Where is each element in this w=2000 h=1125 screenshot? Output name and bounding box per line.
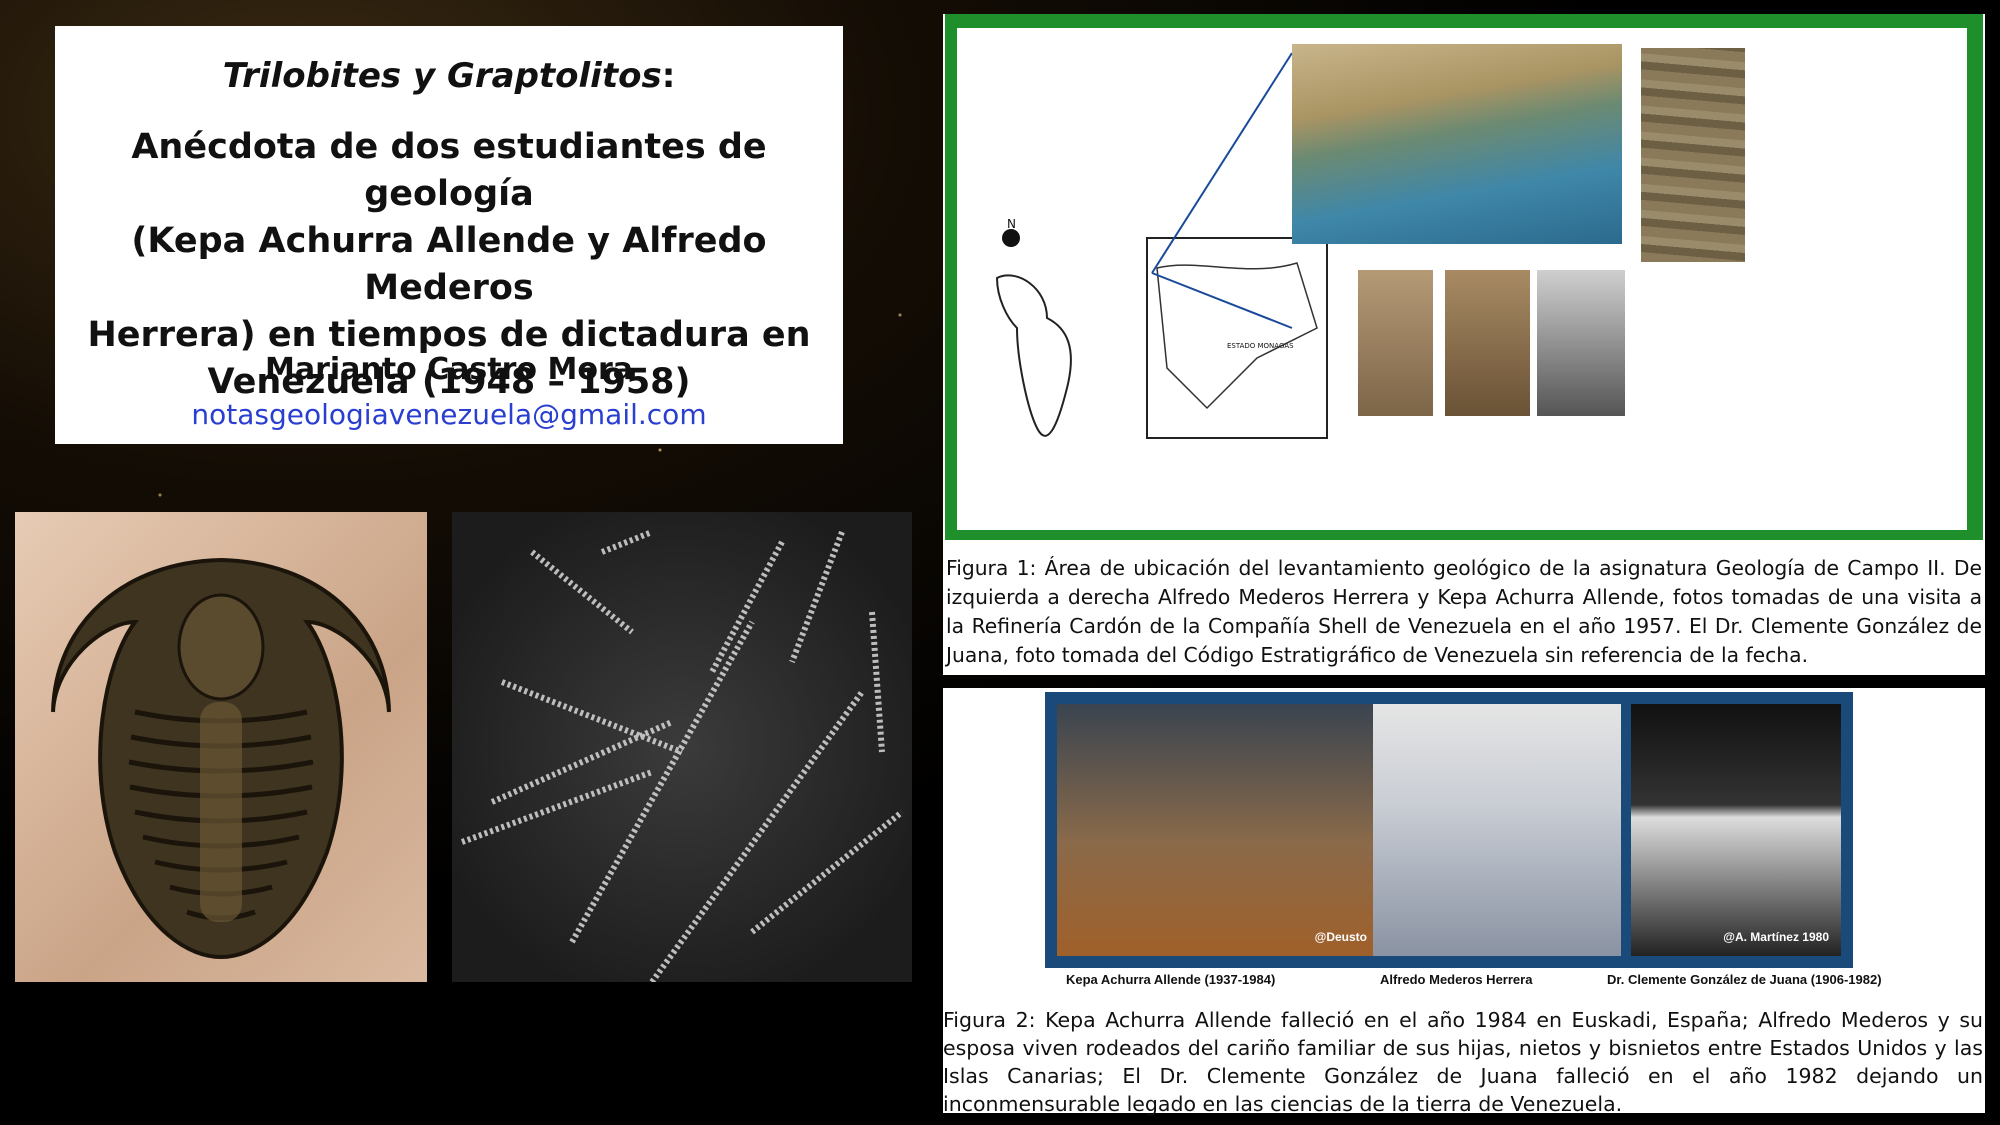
italic-title-text: Trilobites y Graptolitos [222, 56, 662, 96]
figure2-photo-strip: @Deusto @A. Martínez 1980 [1045, 692, 1853, 968]
aerial-resort-photo [1292, 44, 1622, 244]
trilobite-illustration [51, 557, 391, 960]
title-card: Trilobites y Graptolitos: Anécdota de do… [55, 26, 843, 444]
photo-gonzalez: @A. Martínez 1980 [1631, 704, 1841, 956]
title-colon: : [661, 56, 676, 96]
photo-achurra: @Deusto [1057, 704, 1373, 956]
south-america-outline [995, 274, 1072, 437]
label-gonzalez: Dr. Clemente González de Juana (1906-198… [1607, 972, 1882, 987]
rock-outcrop-photo [1641, 48, 1745, 262]
italic-title: Trilobites y Graptolitos: [55, 56, 843, 96]
north-arrow-label: N [1007, 217, 1016, 231]
figure1-collage: N ESTADO MONAGAS [957, 28, 1967, 530]
photo-credit: @A. Martínez 1980 [1723, 930, 1829, 944]
figure2-caption: Figura 2: Kepa Achurra Allende falleció … [943, 1008, 1983, 1116]
figure1-caption: Figura 1: Área de ubicación del levantam… [946, 556, 1982, 667]
main-title-line: Anécdota de dos estudiantes de geología [131, 127, 767, 214]
figure1-panel: N ESTADO MONAGAS [943, 14, 1985, 542]
figure2-panel: @Deusto @A. Martínez 1980 Kepa Achurra A… [943, 688, 1985, 1116]
portrait-mederos-photo [1358, 270, 1433, 416]
photo-mederos [1373, 704, 1621, 956]
email-link[interactable]: notasgeologiavenezuela@gmail.com [55, 398, 843, 431]
figure1-caption-box: Figura 1: Área de ubicación del levantam… [943, 542, 1985, 675]
figure1-image: N ESTADO MONAGAS [945, 14, 1983, 540]
portrait-gonzalez-photo [1537, 270, 1625, 416]
graptolite-photo [452, 512, 912, 982]
portrait-achurra-photo [1445, 270, 1530, 416]
photo-credit: @Deusto [1314, 930, 1367, 944]
trilobite-photo [15, 512, 427, 982]
main-title-line: (Kepa Achurra Allende y Alfredo Mederos [131, 221, 767, 308]
graptolite-illustration [460, 529, 904, 982]
label-achurra: Kepa Achurra Allende (1937-1984) [1066, 972, 1276, 987]
label-mederos: Alfredo Mederos Herrera [1380, 972, 1533, 987]
compass-rose-icon [1002, 229, 1020, 247]
map-region-label: ESTADO MONAGAS [1227, 342, 1294, 350]
author-name: Marianto Castro Mora [265, 352, 633, 387]
